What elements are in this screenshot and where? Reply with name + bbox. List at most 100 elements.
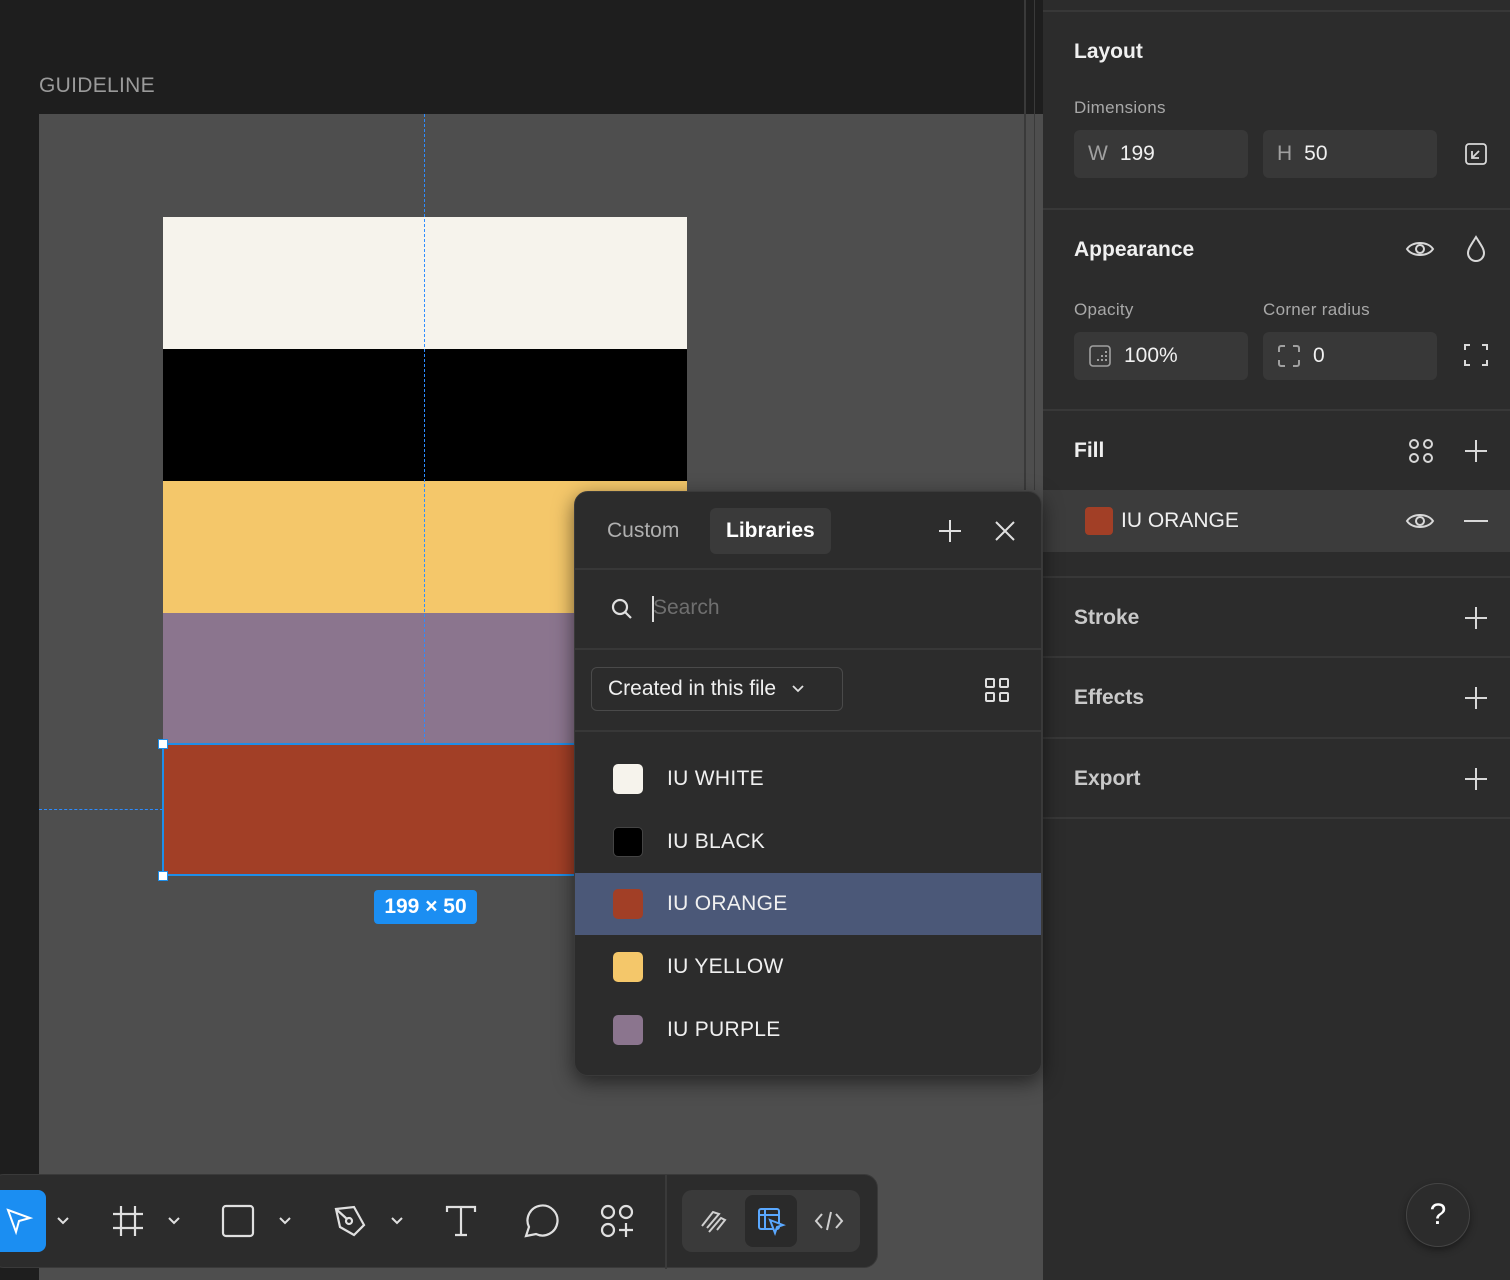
height-prefix: H [1277, 142, 1293, 165]
add-stroke-icon[interactable] [1462, 604, 1490, 632]
corner-radius-value[interactable]: 0 [1313, 344, 1325, 368]
height-value[interactable]: 50 [1304, 142, 1327, 166]
style-swatch [613, 1015, 643, 1045]
corner-radius-icon [1277, 344, 1301, 368]
move-tool-button[interactable] [0, 1190, 46, 1252]
independent-corners-icon[interactable] [1462, 341, 1490, 369]
width-field[interactable]: W 199 [1074, 130, 1248, 178]
appearance-title: Appearance [1074, 238, 1195, 261]
popup-divider [575, 568, 1041, 570]
remove-fill-icon[interactable] [1462, 508, 1490, 534]
style-name: IU ORANGE [667, 892, 788, 915]
width-value[interactable]: 199 [1120, 142, 1155, 166]
dev-mode-icon[interactable] [803, 1195, 855, 1247]
opacity-field[interactable]: 100% [1074, 332, 1248, 380]
move-tool-chevron-icon[interactable] [53, 1190, 73, 1252]
style-swatch [613, 764, 643, 794]
stroke-title: Stroke [1074, 606, 1140, 629]
style-name: IU WHITE [667, 767, 764, 790]
rectangle-tool-icon[interactable] [213, 1190, 263, 1252]
tab-custom[interactable]: Custom [591, 508, 695, 554]
section-divider [1043, 208, 1510, 210]
horizontal-guide [39, 809, 163, 810]
fill-style-name[interactable]: IU ORANGE [1121, 509, 1239, 533]
style-swatch [613, 952, 643, 982]
pen-tool-chevron-icon[interactable] [387, 1190, 407, 1252]
properties-panel: Layout Dimensions W 199 H 50 Appearance … [1043, 0, 1510, 1280]
search-input[interactable]: Search [653, 596, 720, 620]
style-item-iu-white[interactable]: IU WHITE [575, 748, 1041, 810]
resize-to-fit-icon[interactable] [1462, 140, 1490, 168]
text-tool-icon[interactable] [436, 1190, 486, 1252]
add-fill-icon[interactable] [1462, 437, 1490, 465]
panel-divider [1024, 0, 1026, 490]
popup-divider [575, 730, 1041, 732]
add-export-icon[interactable] [1462, 765, 1490, 793]
resize-handle-top-left[interactable] [158, 739, 168, 749]
fill-row[interactable]: IU ORANGE [1043, 490, 1510, 552]
frame-label[interactable]: GUIDELINE [39, 74, 155, 98]
dropdown-value: Created in this file [608, 677, 777, 700]
cursor-arrow-icon [5, 1208, 33, 1236]
vertical-guide [424, 114, 425, 742]
section-divider [1043, 576, 1510, 578]
band-iu-black[interactable] [163, 349, 687, 481]
frame-tool-chevron-icon[interactable] [164, 1190, 184, 1252]
opacity-value[interactable]: 100% [1124, 344, 1178, 368]
help-button[interactable]: ? [1406, 1183, 1470, 1247]
tab-libraries[interactable]: Libraries [710, 508, 831, 554]
height-field[interactable]: H 50 [1263, 130, 1437, 178]
effects-title: Effects [1074, 686, 1145, 709]
close-icon[interactable] [990, 516, 1020, 546]
search-icon [609, 596, 635, 622]
bottom-toolbar [0, 1174, 878, 1269]
grid-view-icon[interactable] [983, 676, 1011, 704]
corner-radius-field[interactable]: 0 [1263, 332, 1437, 380]
section-divider [1043, 10, 1510, 12]
add-effect-icon[interactable] [1462, 684, 1490, 712]
fill-color-swatch[interactable] [1085, 507, 1113, 535]
toolbar-divider [665, 1175, 667, 1269]
section-divider [1043, 737, 1510, 739]
export-title: Export [1074, 767, 1141, 790]
width-prefix: W [1088, 142, 1108, 165]
frame-tool-icon[interactable] [103, 1190, 153, 1252]
draw-mode-icon[interactable] [688, 1195, 740, 1247]
fill-title: Fill [1074, 439, 1105, 462]
eye-icon[interactable] [1404, 235, 1436, 263]
fill-visibility-eye-icon[interactable] [1404, 510, 1436, 532]
section-divider [1043, 656, 1510, 658]
style-name: IU PURPLE [667, 1018, 781, 1041]
add-style-icon[interactable] [935, 516, 965, 546]
resize-handle-bottom-left[interactable] [158, 871, 168, 881]
style-swatch [613, 889, 643, 919]
design-mode-icon[interactable] [745, 1195, 797, 1247]
shape-tool-chevron-icon[interactable] [275, 1190, 295, 1252]
popup-divider [575, 648, 1041, 650]
style-item-iu-yellow[interactable]: IU YELLOW [575, 936, 1041, 998]
blend-mode-drop-icon[interactable] [1462, 234, 1490, 264]
comment-tool-icon[interactable] [516, 1190, 566, 1252]
style-name: IU BLACK [667, 830, 766, 853]
color-styles-popup: Custom Libraries Search Created in this … [574, 491, 1042, 1076]
styles-grid-icon[interactable] [1407, 437, 1435, 465]
library-source-dropdown[interactable]: Created in this file [591, 667, 843, 711]
pen-tool-icon[interactable] [325, 1190, 375, 1252]
section-divider [1043, 409, 1510, 411]
text-caret [652, 596, 654, 622]
size-badge: 199 × 50 [374, 890, 477, 924]
style-item-iu-orange[interactable]: IU ORANGE [575, 873, 1041, 935]
section-divider [1043, 817, 1510, 819]
opacity-label: Opacity [1074, 300, 1134, 319]
corner-radius-label: Corner radius [1263, 300, 1370, 319]
band-iu-white[interactable] [163, 217, 687, 349]
panel-divider [1034, 0, 1035, 490]
style-item-iu-purple[interactable]: IU PURPLE [575, 999, 1041, 1061]
dimensions-label: Dimensions [1074, 98, 1166, 117]
style-swatch [613, 827, 643, 857]
opacity-icon [1088, 344, 1112, 368]
style-item-iu-black[interactable]: IU BLACK [575, 811, 1041, 873]
chevron-down-icon [792, 685, 804, 693]
style-name: IU YELLOW [667, 955, 784, 978]
actions-tool-icon[interactable] [592, 1190, 642, 1252]
